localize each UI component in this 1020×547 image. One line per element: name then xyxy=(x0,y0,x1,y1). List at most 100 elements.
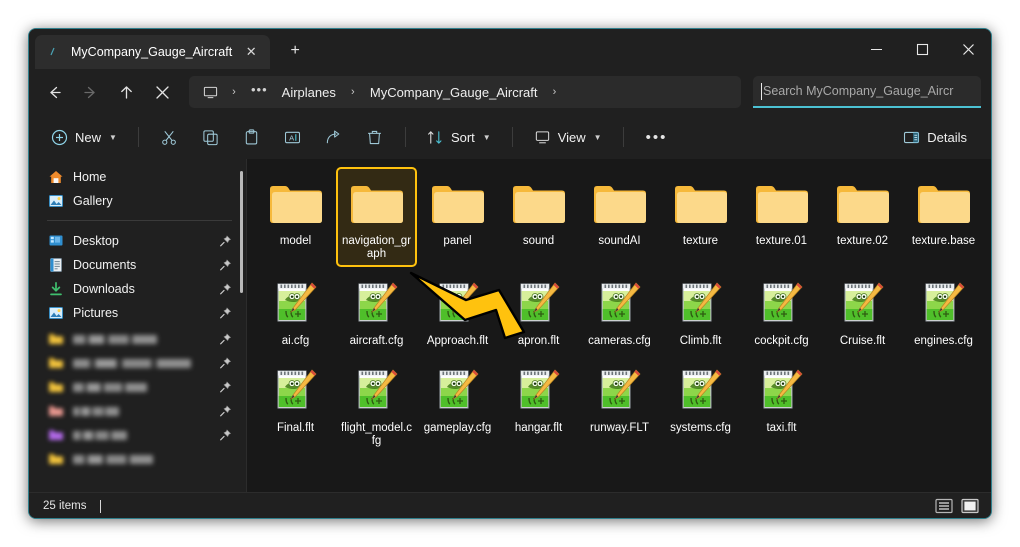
file-tile[interactable]: texture.02 xyxy=(822,167,903,267)
sidebar-item-redacted[interactable] xyxy=(29,351,246,375)
file-name: hangar.flt xyxy=(514,422,563,434)
toolbar-divider xyxy=(511,127,513,147)
notepadpp-file-icon xyxy=(434,275,482,331)
large-icons-view-icon[interactable] xyxy=(960,498,979,515)
file-name: sound xyxy=(522,235,555,247)
back-arrow-icon[interactable] xyxy=(37,76,71,108)
sidebar-item-gallery[interactable]: Gallery xyxy=(29,189,246,213)
new-button-label: New xyxy=(75,129,102,145)
gallery-icon xyxy=(47,193,64,210)
pin-icon[interactable] xyxy=(219,235,232,248)
file-tile[interactable]: Climb.flt xyxy=(660,267,741,354)
delete-button[interactable] xyxy=(355,121,394,153)
pin-icon[interactable] xyxy=(219,259,232,272)
svg-text:A: A xyxy=(289,133,295,142)
file-name: Final.flt xyxy=(276,422,315,434)
file-tile[interactable]: cameras.cfg xyxy=(579,267,660,354)
pin-icon[interactable] xyxy=(219,333,232,346)
new-tab-button[interactable]: + xyxy=(280,36,310,66)
view-button[interactable]: View ▼ xyxy=(524,121,612,153)
breadcrumb-overflow-button[interactable]: ••• xyxy=(245,83,274,102)
file-tile-selected[interactable]: navigation_graph xyxy=(336,167,417,267)
stop-icon[interactable] xyxy=(145,76,179,108)
sidebar-item-desktop[interactable]: Desktop xyxy=(29,229,246,253)
details-pane-label: Details xyxy=(927,129,967,145)
file-name: flight_model.cfg xyxy=(341,422,412,447)
file-tile[interactable]: texture xyxy=(660,167,741,267)
this-pc-icon[interactable] xyxy=(197,79,223,105)
sidebar-item-redacted[interactable] xyxy=(29,447,246,471)
list-view-icon[interactable] xyxy=(934,498,953,515)
pin-icon[interactable] xyxy=(219,357,232,370)
desktop-icon xyxy=(47,233,64,250)
paste-button[interactable] xyxy=(232,121,271,153)
up-arrow-icon[interactable] xyxy=(109,76,143,108)
file-tile[interactable]: texture.01 xyxy=(741,167,822,267)
sidebar-item-downloads[interactable]: Downloads xyxy=(29,277,246,301)
close-icon[interactable] xyxy=(945,29,991,69)
breadcrumb-item-airplanes[interactable]: Airplanes xyxy=(276,82,342,103)
sidebar-item-redacted[interactable] xyxy=(29,423,246,447)
file-tile[interactable]: soundAI xyxy=(579,167,660,267)
navigation-pane[interactable]: Home Gallery Desktop Documents Downloads… xyxy=(29,159,247,492)
sidebar-item-home[interactable]: Home xyxy=(29,165,246,189)
file-tile[interactable]: engines.cfg xyxy=(903,267,984,354)
breadcrumb[interactable]: › ••• Airplanes › MyCompany_Gauge_Aircra… xyxy=(189,76,741,108)
breadcrumb-separator[interactable]: › xyxy=(546,86,564,98)
file-tile[interactable]: texture.base xyxy=(903,167,984,267)
notepadpp-file-icon xyxy=(677,362,725,418)
file-tile[interactable]: runway.FLT xyxy=(579,354,660,454)
sidebar-item-pictures[interactable]: Pictures xyxy=(29,301,246,325)
file-tile[interactable]: Final.flt xyxy=(255,354,336,454)
file-tile[interactable]: hangar.flt xyxy=(498,354,579,454)
notepadpp-file-icon xyxy=(839,275,887,331)
browser-tab[interactable]: MyCompany_Gauge_Aircraft ✕ xyxy=(35,35,271,69)
pin-icon[interactable] xyxy=(219,429,232,442)
minimize-icon[interactable] xyxy=(853,29,899,69)
pin-icon[interactable] xyxy=(219,405,232,418)
item-count: 25 items xyxy=(43,500,87,512)
pin-icon[interactable] xyxy=(219,307,232,320)
chevron-down-icon: ▼ xyxy=(109,132,117,142)
sidebar-item-redacted[interactable] xyxy=(29,399,246,423)
file-tile[interactable]: apron.flt xyxy=(498,267,579,354)
breadcrumb-item-current[interactable]: MyCompany_Gauge_Aircraft xyxy=(364,82,544,103)
folder-icon xyxy=(430,175,486,231)
file-tile[interactable]: cockpit.cfg xyxy=(741,267,822,354)
file-tile[interactable]: systems.cfg xyxy=(660,354,741,454)
sidebar-item-redacted[interactable] xyxy=(29,327,246,351)
file-tile[interactable]: Cruise.flt xyxy=(822,267,903,354)
file-tile[interactable]: model xyxy=(255,167,336,267)
sidebar-item-documents[interactable]: Documents xyxy=(29,253,246,277)
rename-button[interactable]: A xyxy=(273,121,312,153)
breadcrumb-separator: › xyxy=(351,85,355,98)
pin-icon[interactable] xyxy=(219,283,232,296)
see-more-button[interactable]: ••• xyxy=(635,121,679,153)
view-button-label: View xyxy=(557,129,586,145)
file-tile[interactable]: aircraft.cfg xyxy=(336,267,417,354)
tab-close-icon[interactable]: ✕ xyxy=(240,41,262,63)
search-input[interactable]: Search MyCompany_Gauge_Aircr xyxy=(753,76,981,108)
pin-icon[interactable] xyxy=(219,381,232,394)
file-tile[interactable]: ai.cfg xyxy=(255,267,336,354)
sidebar-item-redacted[interactable] xyxy=(29,375,246,399)
sidebar-item-label: Documents xyxy=(73,258,137,272)
sort-button[interactable]: Sort ▼ xyxy=(417,121,501,153)
file-tile[interactable]: sound xyxy=(498,167,579,267)
forward-arrow-icon[interactable] xyxy=(73,76,107,108)
new-button[interactable]: New ▼ xyxy=(41,121,127,153)
copy-button[interactable] xyxy=(191,121,230,153)
folder-tab-icon xyxy=(49,45,63,59)
share-button[interactable] xyxy=(314,121,353,153)
file-tile[interactable]: gameplay.cfg xyxy=(417,354,498,454)
notepadpp-file-icon xyxy=(353,275,401,331)
file-tile[interactable]: flight_model.cfg xyxy=(336,354,417,454)
file-tile[interactable]: Approach.flt xyxy=(417,267,498,354)
notepadpp-file-icon xyxy=(515,275,563,331)
maximize-icon[interactable] xyxy=(899,29,945,69)
file-tile[interactable]: panel xyxy=(417,167,498,267)
file-tile[interactable]: taxi.flt xyxy=(741,354,822,454)
cut-button[interactable] xyxy=(150,121,189,153)
file-list-view[interactable]: model navigation_graph panel sound sound… xyxy=(247,159,991,492)
details-pane-button[interactable]: Details xyxy=(893,121,977,153)
